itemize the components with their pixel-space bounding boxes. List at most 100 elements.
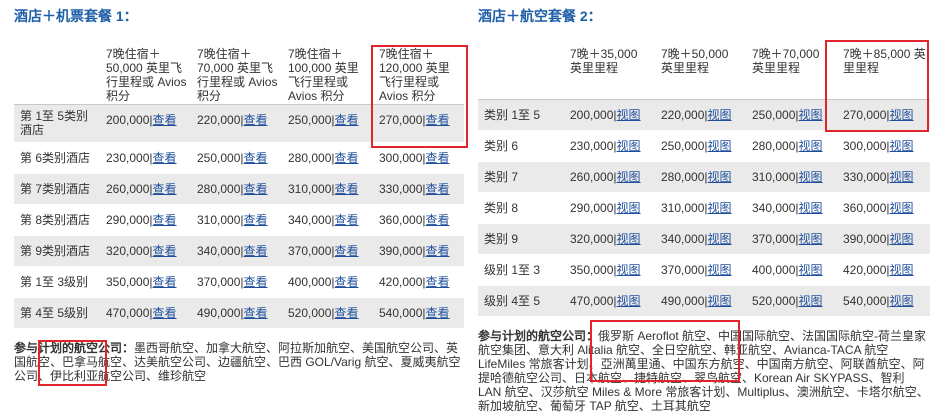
view-link[interactable]: 查看 — [426, 306, 450, 320]
view-link[interactable]: 查看 — [244, 306, 268, 320]
view-link[interactable]: 查看 — [426, 275, 450, 289]
view-link[interactable]: 查看 — [153, 306, 177, 320]
view-link[interactable]: 查看 — [244, 182, 268, 196]
view-link[interactable]: 查看 — [335, 113, 359, 127]
points-value: 270,000 — [843, 107, 887, 122]
points-cell: 470,000|视图 — [564, 285, 655, 317]
view-link[interactable]: 视图 — [799, 263, 823, 277]
points-value: 320,000 — [570, 231, 614, 246]
view-link[interactable]: 视图 — [890, 170, 914, 184]
view-link[interactable]: 查看 — [335, 213, 359, 227]
points-cell: 340,000|查看 — [282, 204, 373, 236]
points-cell: 400,000|查看 — [282, 266, 373, 298]
partners-label: 参与计划的航空公司： — [478, 328, 599, 343]
points-value: 400,000 — [288, 274, 332, 289]
view-link[interactable]: 查看 — [244, 113, 268, 127]
points-value: 370,000 — [661, 262, 705, 277]
points-cell: 280,000|查看 — [191, 173, 282, 205]
view-link[interactable]: 视图 — [799, 139, 823, 153]
points-value: 340,000 — [661, 231, 705, 246]
view-link[interactable]: 视图 — [890, 232, 914, 246]
view-link[interactable]: 视图 — [708, 139, 732, 153]
view-link[interactable]: 视图 — [708, 170, 732, 184]
view-link[interactable]: 视图 — [617, 294, 641, 308]
points-value: 300,000 — [843, 138, 887, 153]
view-link[interactable]: 查看 — [335, 182, 359, 196]
view-link[interactable]: 视图 — [890, 263, 914, 277]
points-cell: 420,000|视图 — [837, 254, 930, 286]
view-link[interactable]: 查看 — [153, 213, 177, 227]
view-link[interactable]: 视图 — [617, 263, 641, 277]
view-link[interactable]: 视图 — [617, 108, 641, 122]
points-value: 490,000 — [197, 305, 241, 320]
points-cell: 350,000|查看 — [100, 266, 191, 298]
points-cell: 310,000|查看 — [191, 204, 282, 236]
view-link[interactable]: 视图 — [617, 139, 641, 153]
view-link[interactable]: 查看 — [244, 151, 268, 165]
view-link[interactable]: 查看 — [244, 213, 268, 227]
points-cell: 230,000|查看 — [100, 142, 191, 174]
view-link[interactable]: 视图 — [708, 201, 732, 215]
view-link[interactable]: 视图 — [617, 232, 641, 246]
points-value: 290,000 — [570, 200, 614, 215]
view-link[interactable]: 查看 — [335, 306, 359, 320]
view-link[interactable]: 查看 — [335, 275, 359, 289]
view-link[interactable]: 视图 — [890, 294, 914, 308]
points-value: 470,000 — [106, 305, 150, 320]
points-cell: 390,000|查看 — [373, 235, 464, 267]
view-link[interactable]: 视图 — [799, 294, 823, 308]
view-link[interactable]: 查看 — [244, 244, 268, 258]
view-link[interactable]: 视图 — [799, 201, 823, 215]
points-value: 370,000 — [197, 274, 241, 289]
view-link[interactable]: 视图 — [799, 108, 823, 122]
view-link[interactable]: 查看 — [426, 213, 450, 227]
view-link[interactable]: 视图 — [890, 108, 914, 122]
points-value: 280,000 — [661, 169, 705, 184]
view-link[interactable]: 视图 — [890, 201, 914, 215]
view-link[interactable]: 查看 — [153, 275, 177, 289]
view-link[interactable]: 查看 — [153, 151, 177, 165]
view-link[interactable]: 查看 — [244, 275, 268, 289]
view-link[interactable]: 视图 — [799, 170, 823, 184]
points-value: 250,000 — [197, 150, 241, 165]
view-link[interactable]: 视图 — [708, 108, 732, 122]
points-cell: 340,000|视图 — [655, 223, 746, 255]
view-link[interactable]: 查看 — [426, 244, 450, 258]
row-label: 级别 4至 5 — [478, 285, 564, 317]
view-link[interactable]: 视图 — [708, 232, 732, 246]
view-link[interactable]: 查看 — [153, 113, 177, 127]
points-cell: 520,000|视图 — [746, 285, 837, 317]
points-cell: 320,000|视图 — [564, 223, 655, 255]
points-cell: 420,000|查看 — [373, 266, 464, 298]
header-cell — [478, 40, 564, 100]
points-cell: 290,000|查看 — [100, 204, 191, 236]
points-value: 370,000 — [288, 243, 332, 258]
view-link[interactable]: 查看 — [335, 151, 359, 165]
row-label: 第 9类别酒店 — [14, 235, 100, 267]
points-cell: 220,000|查看 — [191, 104, 282, 143]
points-value: 420,000 — [843, 262, 887, 277]
view-link[interactable]: 查看 — [426, 182, 450, 196]
view-link[interactable]: 查看 — [426, 113, 450, 127]
view-link[interactable]: 视图 — [799, 232, 823, 246]
view-link[interactable]: 视图 — [617, 170, 641, 184]
view-link[interactable]: 查看 — [426, 151, 450, 165]
points-cell: 310,000|视图 — [655, 192, 746, 224]
view-link[interactable]: 视图 — [708, 294, 732, 308]
row-label: 第 6类别酒店 — [14, 142, 100, 174]
view-link[interactable]: 视图 — [617, 201, 641, 215]
header-cell: 7晚住宿＋100,000 英里飞行里程或 Avios 积分 — [282, 40, 373, 105]
view-link[interactable]: 查看 — [153, 182, 177, 196]
view-link[interactable]: 查看 — [153, 244, 177, 258]
points-value: 370,000 — [752, 231, 796, 246]
points-cell: 400,000|视图 — [746, 254, 837, 286]
view-link[interactable]: 视图 — [708, 263, 732, 277]
points-cell: 520,000|查看 — [282, 297, 373, 329]
points-value: 200,000 — [570, 107, 614, 122]
view-link[interactable]: 查看 — [335, 244, 359, 258]
points-value: 310,000 — [752, 169, 796, 184]
points-cell: 490,000|视图 — [655, 285, 746, 317]
points-cell: 540,000|查看 — [373, 297, 464, 329]
view-link[interactable]: 视图 — [890, 139, 914, 153]
points-cell: 490,000|查看 — [191, 297, 282, 329]
